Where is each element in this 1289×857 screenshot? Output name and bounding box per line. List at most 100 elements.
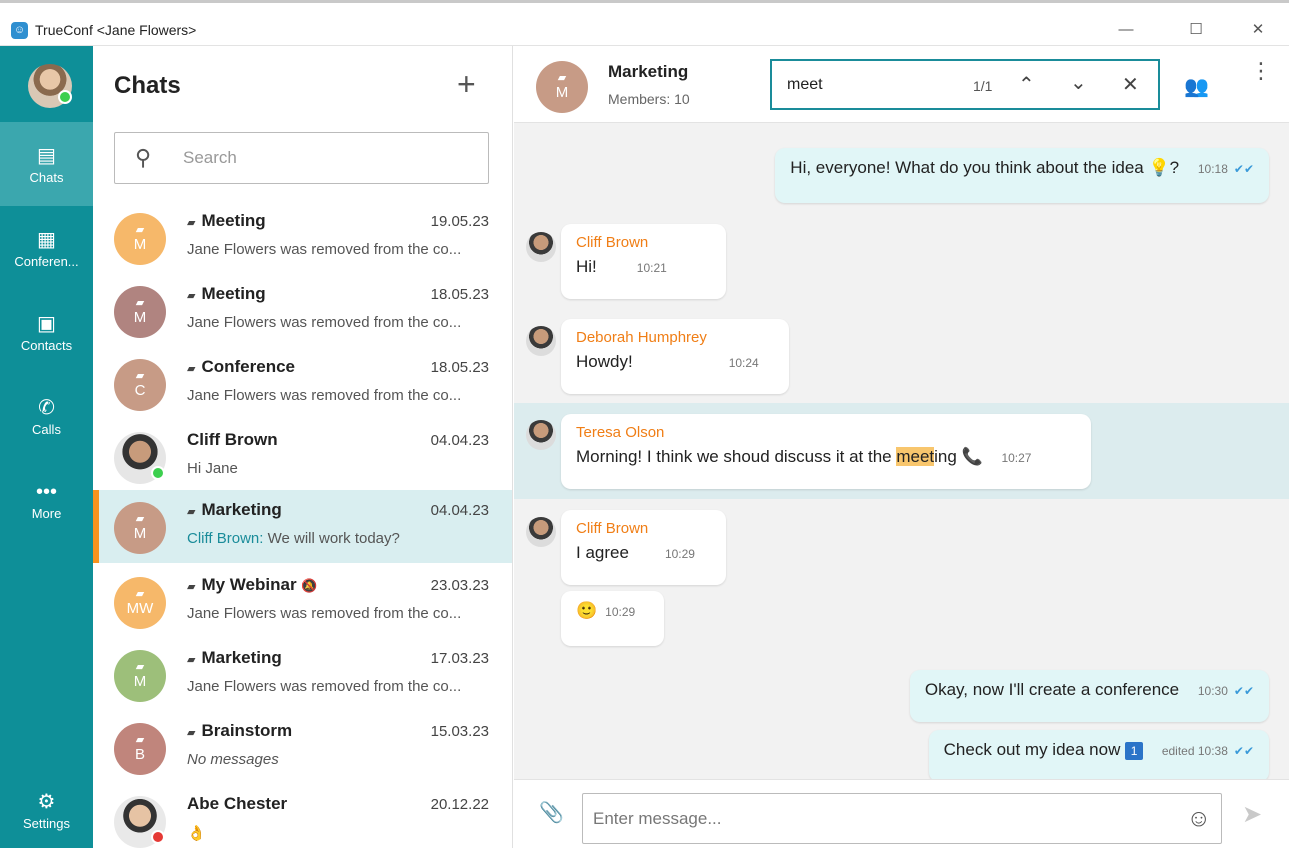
chat-preview: No messages bbox=[187, 751, 279, 768]
message-text: Howdy! bbox=[576, 352, 633, 371]
sender-avatar[interactable] bbox=[526, 232, 556, 262]
message-time: 10:18 bbox=[1197, 162, 1228, 176]
chat-name: Meeting bbox=[201, 211, 266, 230]
send-arrow-icon[interactable]: ➤ bbox=[1242, 800, 1262, 829]
message-text: Okay, now I'll create a conference bbox=[924, 680, 1180, 699]
main-navigation: ▤ Chats ▦ Conferen... ▣ Contacts ✆ Calls… bbox=[0, 46, 93, 848]
group-avatar: ▰ B bbox=[114, 723, 166, 775]
maximize-button[interactable]: ☐ bbox=[1173, 13, 1219, 47]
message-incoming[interactable]: Deborah Humphrey Howdy! 10:24 bbox=[561, 319, 789, 394]
online-status-indicator bbox=[151, 466, 165, 480]
chat-preview: Jane Flowers was removed from the co... bbox=[187, 605, 462, 622]
attach-paperclip-icon[interactable]: 📎 bbox=[539, 800, 564, 825]
message-outgoing[interactable]: Okay, now I'll create a conference 10:30… bbox=[909, 670, 1269, 722]
chat-row-my-webinar[interactable]: ▰ MW ▰ My Webinar 🔕 23.03.23 Jane Flowers … bbox=[93, 565, 512, 638]
chat-name: Abe Chester bbox=[187, 794, 288, 813]
message-composer: 📎 Enter message... ☺ ➤ bbox=[514, 779, 1289, 848]
message-text: Hi, everyone! What do you think about th… bbox=[790, 158, 1144, 177]
nav-label-settings: Settings bbox=[23, 816, 70, 831]
members-count[interactable]: Members: 10 bbox=[608, 91, 690, 107]
group-chat-icon: ▰ bbox=[187, 581, 196, 593]
chat-name: Meeting bbox=[201, 284, 266, 303]
group-chat-icon: ▰ bbox=[187, 727, 196, 739]
trueconf-logo-icon: ☺ bbox=[11, 22, 28, 39]
chat-preview: Cliff Brown: We will work today? bbox=[187, 530, 400, 547]
nav-item-calls[interactable]: ✆ Calls bbox=[0, 374, 93, 458]
group-avatar: ▰ C bbox=[114, 359, 166, 411]
chat-row-conference[interactable]: ▰ C ▰ Conference 18.05.23 Jane Flowers was… bbox=[93, 347, 512, 420]
chat-list-panel: Chats + ⚲ Search ▰ M ▰ Meeting 19.05.23 Ja… bbox=[93, 46, 513, 848]
find-input[interactable]: meet bbox=[787, 76, 823, 94]
chats-header: Chats bbox=[114, 72, 181, 99]
search-match-highlight: meet bbox=[896, 447, 935, 466]
sender-avatar[interactable] bbox=[526, 326, 556, 356]
chat-date: 15.03.23 bbox=[430, 723, 489, 740]
nav-item-chats[interactable]: ▤ Chats bbox=[0, 122, 93, 206]
message-time: 10:24 bbox=[728, 356, 759, 370]
group-chat-icon: ▰ bbox=[187, 363, 196, 375]
chat-date: 19.05.23 bbox=[430, 213, 489, 230]
message-text: Hi! bbox=[576, 257, 597, 276]
sender-avatar[interactable] bbox=[526, 517, 556, 547]
chat-name: My Webinar bbox=[201, 575, 297, 594]
message-time: 10:30 bbox=[1197, 684, 1228, 698]
group-avatar: ▰ M bbox=[114, 286, 166, 338]
group-avatar: ▰ M bbox=[114, 650, 166, 702]
find-result-count: 1/1 bbox=[973, 78, 993, 94]
nav-label-calls: Calls bbox=[32, 422, 61, 437]
read-check-icon: ✔✔ bbox=[1233, 744, 1254, 758]
chat-row-meeting-1[interactable]: ▰ M ▰ Meeting 19.05.23 Jane Flowers was re… bbox=[93, 201, 512, 274]
nav-label-chats: Chats bbox=[29, 170, 64, 185]
nav-label-more: More bbox=[31, 506, 62, 521]
find-previous-button[interactable]: ⌃ bbox=[1018, 72, 1035, 97]
chat-date: 18.05.23 bbox=[430, 359, 489, 376]
chat-row-meeting-2[interactable]: ▰ M ▰ Meeting 18.05.23 Jane Flowers was re… bbox=[93, 274, 512, 347]
nav-item-contacts[interactable]: ▣ Contacts bbox=[0, 290, 93, 374]
chat-row-marketing-2[interactable]: ▰ M ▰ Marketing 17.03.23 Jane Flowers was … bbox=[93, 638, 512, 711]
search-icon: ⚲ bbox=[135, 145, 152, 170]
close-find-button[interactable]: ✕ bbox=[1122, 72, 1139, 97]
nav-label-contacts: Contacts bbox=[20, 338, 73, 353]
message-outgoing[interactable]: Hi, everyone! What do you think about th… bbox=[775, 148, 1269, 203]
chat-icon: ▤ bbox=[37, 145, 56, 167]
nav-item-conferences[interactable]: ▦ Conferen... bbox=[0, 206, 93, 290]
message-text: I agree bbox=[576, 543, 629, 562]
nav-item-settings[interactable]: ⚙ Settings bbox=[0, 768, 93, 848]
group-avatar[interactable]: ▰ M bbox=[536, 61, 588, 113]
sender-name: Deborah Humphrey bbox=[576, 329, 707, 346]
phone-icon: 📞 bbox=[961, 447, 983, 466]
conversation-title: Marketing bbox=[608, 62, 689, 81]
message-text: Morning! I think we shoud discuss it at … bbox=[576, 447, 957, 466]
more-options-button[interactable]: ⋮ bbox=[1250, 60, 1272, 82]
sender-name: Teresa Olson bbox=[576, 424, 665, 441]
message-incoming-matched[interactable]: Teresa Olson Morning! I think we shoud d… bbox=[561, 414, 1091, 489]
message-incoming-emoji[interactable]: 🙂 10:29 bbox=[561, 591, 664, 646]
find-next-button[interactable]: ⌄ bbox=[1070, 70, 1087, 95]
selection-indicator bbox=[93, 490, 99, 563]
group-chat-icon: ▰ bbox=[187, 506, 196, 518]
message-outgoing[interactable]: Check out my idea now 1 edited 10:38 ✔✔ bbox=[928, 730, 1269, 782]
chat-row-marketing-selected[interactable]: ▰ M ▰ Marketing 04.04.23 Cliff Brown: We w… bbox=[93, 490, 512, 563]
message-incoming[interactable]: Cliff Brown I agree 10:29 bbox=[561, 510, 726, 585]
emoji-picker-icon[interactable]: ☺ bbox=[1186, 805, 1211, 833]
chat-row-abe-chester[interactable]: Abe Chester 20.12.22 👌 bbox=[93, 784, 512, 857]
message-input[interactable]: Enter message... ☺ bbox=[582, 793, 1222, 844]
chat-preview: Jane Flowers was removed from the co... bbox=[187, 387, 462, 404]
chat-search-input[interactable]: ⚲ Search bbox=[114, 132, 489, 184]
chat-row-brainstorm[interactable]: ▰ B ▰ Brainstorm 15.03.23 No messages bbox=[93, 711, 512, 784]
close-window-button[interactable]: ✕ bbox=[1235, 13, 1281, 47]
nav-item-more[interactable]: ••• More bbox=[0, 458, 93, 542]
message-incoming[interactable]: Cliff Brown Hi! 10:21 bbox=[561, 224, 726, 299]
chat-row-cliff-brown[interactable]: Cliff Brown 04.04.23 Hi Jane bbox=[93, 420, 512, 493]
chat-date: 17.03.23 bbox=[430, 650, 489, 667]
message-time: 10:21 bbox=[636, 261, 667, 275]
participants-icon[interactable]: 👥 bbox=[1184, 74, 1209, 99]
sender-name: Cliff Brown bbox=[576, 520, 649, 537]
group-avatar: ▰ MW bbox=[114, 577, 166, 629]
chat-preview: Jane Flowers was removed from the co... bbox=[187, 241, 462, 258]
sender-avatar[interactable] bbox=[526, 420, 556, 450]
new-chat-button[interactable]: + bbox=[457, 66, 476, 103]
contacts-icon: ▣ bbox=[37, 313, 56, 335]
chat-preview: Jane Flowers was removed from the co... bbox=[187, 314, 462, 331]
minimize-button[interactable]: — bbox=[1103, 13, 1149, 47]
